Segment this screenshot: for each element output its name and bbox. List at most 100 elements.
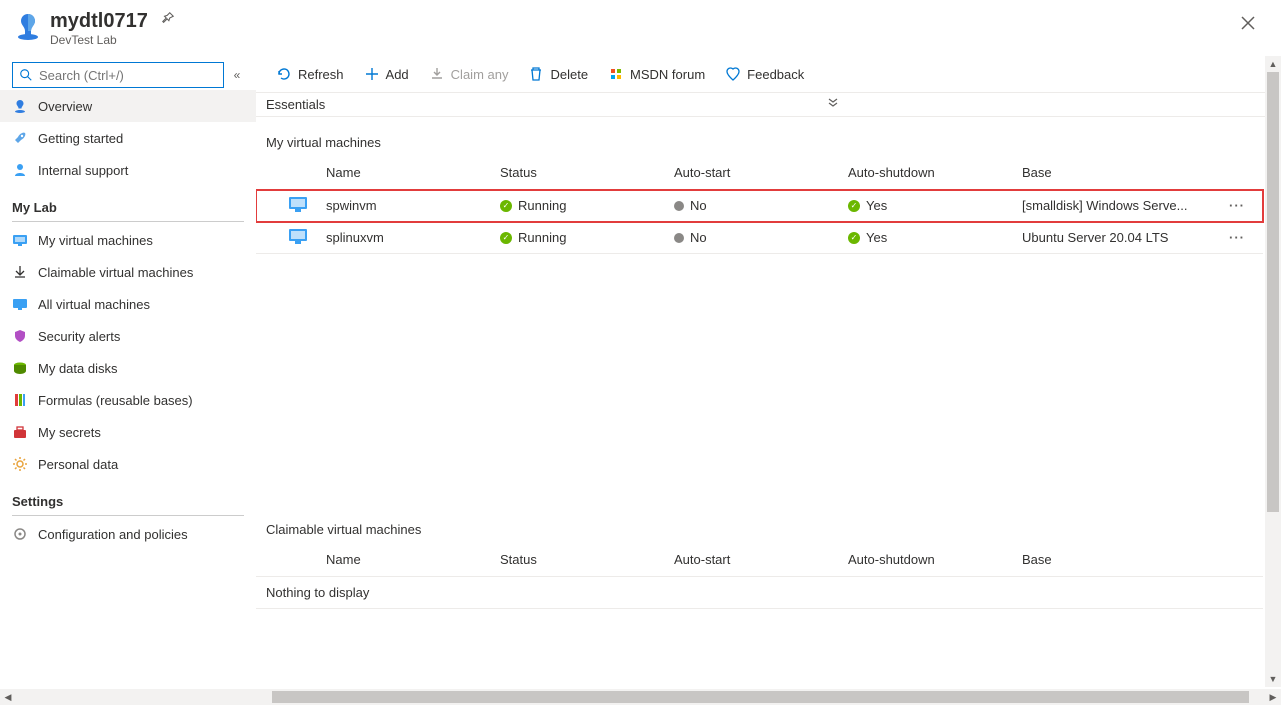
sidebar-item-my-data-disks[interactable]: My data disks [0,352,256,384]
col-name[interactable]: Name [326,165,500,180]
shield-icon [12,328,28,344]
refresh-button[interactable]: Refresh [266,58,354,90]
empty-state: Nothing to display [256,577,1263,609]
sidebar-item-my-secrets[interactable]: My secrets [0,416,256,448]
sidebar-item-label: My virtual machines [38,233,153,248]
rocket-icon [12,130,28,146]
essentials-label: Essentials [266,97,325,112]
check-icon: ✓ [848,200,860,212]
table-row[interactable]: spwinvm ✓ Running No ✓ Yes [smalldisk] W… [256,190,1263,222]
horizontal-scrollbar[interactable]: ◀ ▶ [0,689,1281,705]
sidebar-item-my-vms[interactable]: My virtual machines [0,224,256,256]
cell-auto-shutdown: ✓ Yes [848,198,1022,213]
col-auto-shutdown[interactable]: Auto-shutdown [848,165,1022,180]
cell-status: ✓ Running [500,198,674,213]
search-input[interactable] [37,67,217,84]
vm-icon [288,226,308,249]
section-my-vms-title: My virtual machines [256,117,1281,156]
button-label: Claim any [451,67,509,82]
button-label: Add [386,67,409,82]
msdn-forum-button[interactable]: MSDN forum [598,58,715,90]
cell-name: spwinvm [326,198,500,213]
vertical-scrollbar[interactable]: ▲ ▼ [1265,56,1281,687]
add-button[interactable]: Add [354,58,419,90]
col-auto-start[interactable]: Auto-start [674,552,848,567]
vm-icon [12,296,28,312]
sidebar-item-internal-support[interactable]: Internal support [0,154,256,186]
my-vms-table: Name Status Auto-start Auto-shutdown Bas… [256,156,1263,254]
page-subtitle: DevTest Lab [50,33,175,47]
table-header: Name Status Auto-start Auto-shutdown Bas… [256,156,1263,190]
col-base[interactable]: Base [1022,165,1221,180]
scroll-down-icon[interactable]: ▼ [1265,671,1281,687]
close-icon[interactable] [1241,14,1255,35]
sidebar-item-getting-started[interactable]: Getting started [0,122,256,154]
cell-name: splinuxvm [326,230,500,245]
col-status[interactable]: Status [500,165,674,180]
scroll-right-icon[interactable]: ▶ [1265,689,1281,705]
vm-icon [288,194,308,217]
col-base[interactable]: Base [1022,552,1221,567]
button-label: Feedback [747,67,804,82]
search-icon [19,68,33,82]
sidebar-group-settings: Settings [0,480,256,513]
sidebar-item-label: Internal support [38,163,128,178]
sidebar-item-label: Personal data [38,457,118,472]
button-label: Refresh [298,67,344,82]
button-label: MSDN forum [630,67,705,82]
sidebar-item-claimable-vms[interactable]: Claimable virtual machines [0,256,256,288]
gear-icon [12,526,28,542]
sidebar-item-formulas[interactable]: Formulas (reusable bases) [0,384,256,416]
vm-icon [12,232,28,248]
devtest-lab-icon [12,10,44,42]
support-icon [12,162,28,178]
feedback-button[interactable]: Feedback [715,58,814,90]
row-more-icon[interactable]: ··· [1221,198,1253,213]
toolbar: Refresh Add Claim any Delete [256,56,1281,92]
heart-icon [725,66,741,82]
scroll-thumb[interactable] [272,691,1249,703]
refresh-icon [276,66,292,82]
pin-icon[interactable] [161,13,175,28]
sidebar-collapse-icon[interactable]: « [230,68,244,82]
sidebar-item-label: Overview [38,99,92,114]
essentials-toggle[interactable]: Essentials [256,92,1269,117]
scroll-thumb[interactable] [1267,72,1279,512]
cell-status: ✓ Running [500,230,674,245]
scroll-left-icon[interactable]: ◀ [0,689,16,705]
sidebar-item-security-alerts[interactable]: Security alerts [0,320,256,352]
table-row[interactable]: splinuxvm ✓ Running No ✓ Yes Ubuntu Serv… [256,222,1263,254]
col-auto-shutdown[interactable]: Auto-shutdown [848,552,1022,567]
cell-base: Ubuntu Server 20.04 LTS [1022,230,1221,245]
cell-base: [smalldisk] Windows Serve... [1022,198,1221,213]
sidebar-item-all-vms[interactable]: All virtual machines [0,288,256,320]
briefcase-icon [12,424,28,440]
check-icon: ✓ [848,232,860,244]
microsoft-logo-icon [608,66,624,82]
sidebar-item-label: My secrets [38,425,101,440]
sidebar-item-label: Security alerts [38,329,120,344]
formula-icon [12,392,28,408]
sidebar-item-label: Configuration and policies [38,527,188,542]
sidebar-item-label: All virtual machines [38,297,150,312]
gear-icon [12,456,28,472]
sidebar-item-label: Claimable virtual machines [38,265,193,280]
sidebar-item-personal-data[interactable]: Personal data [0,448,256,480]
sidebar-item-config-policies[interactable]: Configuration and policies [0,518,256,550]
col-auto-start[interactable]: Auto-start [674,165,848,180]
sidebar-item-label: Getting started [38,131,123,146]
dot-icon [674,233,684,243]
main-content: Refresh Add Claim any Delete [256,56,1281,687]
search-input-wrapper[interactable] [12,62,224,88]
scroll-up-icon[interactable]: ▲ [1265,56,1281,72]
page-title: mydtl0717 [50,10,148,33]
disk-icon [12,360,28,376]
delete-button[interactable]: Delete [518,58,598,90]
col-name[interactable]: Name [326,552,500,567]
sidebar-item-overview[interactable]: Overview [0,90,256,122]
table-header: Name Status Auto-start Auto-shutdown Bas… [256,543,1263,577]
download-icon [429,66,445,82]
col-status[interactable]: Status [500,552,674,567]
row-more-icon[interactable]: ··· [1221,230,1253,245]
sidebar-item-label: My data disks [38,361,117,376]
